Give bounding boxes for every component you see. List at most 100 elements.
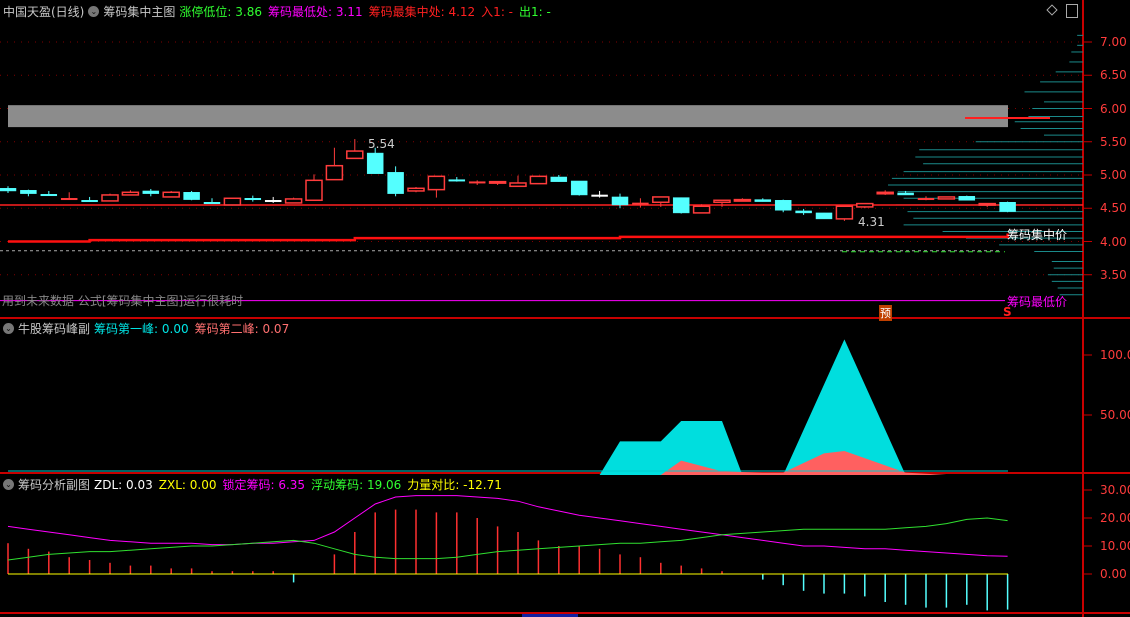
- axis-tick-label: 0.00: [1100, 567, 1127, 581]
- axis-tick-label: 30.00: [1100, 483, 1130, 497]
- field-0: ZDL: 0.03: [94, 477, 153, 492]
- candle-body: [774, 200, 792, 211]
- field-value: 19.06: [366, 477, 402, 492]
- candle-body: [835, 205, 854, 220]
- candle-body: [244, 198, 262, 201]
- field-value: -12.71: [463, 477, 502, 492]
- candle-body: [427, 175, 446, 191]
- candle-body: [509, 182, 527, 188]
- field-value: -: [546, 4, 551, 19]
- field-0: 筹码第一峰: 0.00: [94, 321, 189, 336]
- indicator-dropdown-icon[interactable]: ⌄: [88, 5, 100, 17]
- field-4: 出1: -: [519, 4, 551, 19]
- indicator-name: 筹码集中主图: [103, 4, 176, 19]
- candle-body: [692, 205, 711, 214]
- candle-body: [876, 191, 894, 195]
- axis-tick-label: 7.00: [1100, 35, 1127, 49]
- candle-body: [488, 180, 507, 184]
- candle-body: [468, 181, 486, 184]
- candle-body: [407, 187, 425, 192]
- axis-tick-label: 6.00: [1100, 101, 1127, 116]
- field-label: 筹码最低处: [267, 4, 328, 19]
- floating-chips-line: [7, 517, 1008, 561]
- candle-body: [448, 179, 466, 182]
- indicator-dropdown-icon[interactable]: ⌄: [3, 322, 14, 334]
- field-label: ZDL: [94, 477, 119, 492]
- candle-body: [305, 179, 323, 202]
- candle-body: [652, 196, 670, 204]
- candle-body: [672, 197, 690, 214]
- field-2: 筹码最集中处: 4.12: [368, 4, 476, 19]
- axis-tick-label: 6.50: [1100, 68, 1127, 83]
- candle-body: [713, 199, 731, 204]
- candle-body: [325, 164, 344, 181]
- candle-body: [284, 198, 303, 204]
- candle-body: [632, 202, 649, 205]
- axis-tick-label: 3.50: [1100, 267, 1127, 282]
- conc-price-line: [8, 233, 1009, 243]
- candle-body: [387, 172, 404, 194]
- field-label: 浮动筹码: [311, 477, 360, 492]
- field-label: 力量对比: [407, 477, 456, 492]
- field-3: 浮动筹码: 19.06: [311, 477, 402, 492]
- candle-body: [958, 196, 976, 201]
- candle-body: [856, 202, 874, 208]
- field-value: 0.00: [161, 321, 189, 336]
- field-label: 出1: [519, 4, 539, 19]
- warning-text: 用到未来数据 公式[筹码集中主图]运行很耗时: [2, 294, 244, 308]
- axis-tick-label: 50.00: [1100, 408, 1130, 422]
- field-value: 3.86: [235, 4, 262, 19]
- main-header: 中国天盈(日线) ⌄ 筹码集中主图 涨停低位: 3.86 筹码最低处: 3.11 筹…: [3, 2, 557, 20]
- field-4: 力量对比: -12.71: [407, 477, 502, 492]
- low-price-label: 4.31: [858, 215, 885, 229]
- conc-price-label: 筹码集中价: [1007, 228, 1068, 242]
- analysis-title: 筹码分析副图: [18, 477, 91, 492]
- candle-body: [754, 199, 772, 202]
- candle-body: [795, 210, 812, 214]
- pre-badge: 预: [879, 305, 892, 321]
- field-label: 筹码第二峰: [194, 321, 255, 336]
- candle-body: [733, 198, 752, 202]
- candle-body: [183, 192, 200, 200]
- candle-body: [978, 202, 996, 206]
- candle-body: [366, 152, 384, 174]
- candle-body: [346, 150, 364, 160]
- locked-chips-line: [7, 495, 1008, 557]
- candle-body: [121, 191, 140, 196]
- candle-body: [529, 175, 548, 185]
- gray-resistance-zone: [8, 105, 1008, 128]
- field-value: 0.00: [189, 477, 217, 492]
- candle-body: [101, 194, 119, 202]
- candle-body: [570, 180, 588, 196]
- candle-body: [142, 190, 160, 194]
- lowest-price-label: 筹码最低价: [1007, 295, 1068, 309]
- candle-body: [0, 188, 17, 192]
- peaks-title: 牛股筹码峰副: [18, 321, 91, 336]
- panel-toggle-button[interactable]: [1066, 4, 1078, 18]
- main-fields: 涨停低位: 3.86 筹码最低处: 3.11 筹码最集中处: 4.12 入1: - 出1…: [179, 3, 556, 20]
- field-label: 涨停低位: [179, 4, 228, 19]
- field-1: 筹码最低处: 3.11: [267, 4, 363, 19]
- indicator-dropdown-icon[interactable]: ⌄: [3, 478, 14, 490]
- candle-body: [815, 212, 833, 220]
- axis-tick-label: 5.50: [1100, 134, 1127, 149]
- candle-body: [591, 194, 608, 197]
- candle-body: [917, 198, 935, 201]
- candle-body: [999, 202, 1016, 212]
- field-value: 0.03: [126, 477, 153, 492]
- field-label: 入1: [481, 4, 501, 19]
- candle-body: [81, 200, 98, 203]
- sell-signal-s: S: [1003, 305, 1012, 319]
- candle-body: [937, 196, 956, 200]
- peak-area: [599, 339, 906, 475]
- axis-tick-label: 5.00: [1100, 168, 1127, 182]
- axis-tick-label: 4.50: [1100, 201, 1127, 216]
- axis-tick-label: 10.00: [1100, 539, 1130, 553]
- field-label: 锁定筹码: [222, 477, 271, 492]
- field-1: 筹码第二峰: 0.07: [194, 321, 290, 336]
- field-label: 筹码第一峰: [94, 321, 155, 336]
- candle-body: [550, 176, 568, 182]
- candle-body: [162, 191, 180, 198]
- peaks-fields: 筹码第一峰: 0.00 筹码第二峰: 0.07: [94, 320, 295, 337]
- field-label: ZXL: [158, 477, 182, 492]
